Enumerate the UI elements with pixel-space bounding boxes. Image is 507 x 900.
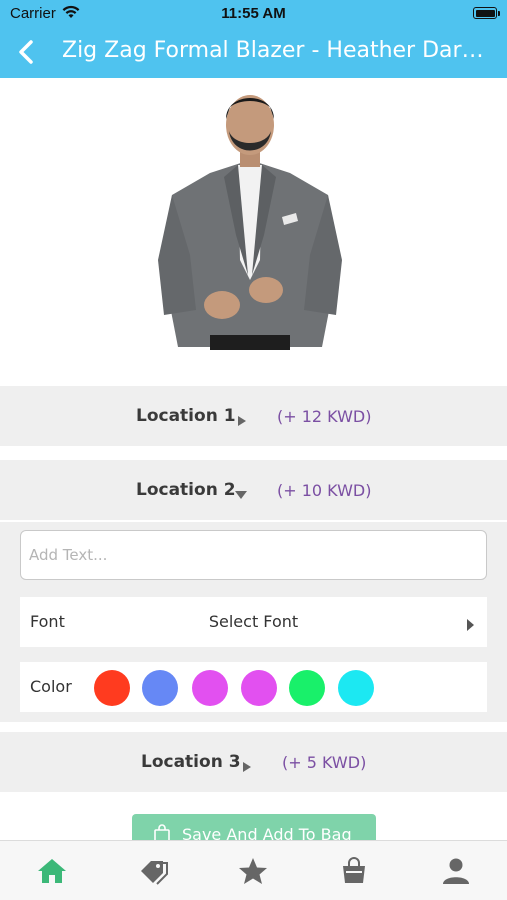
navigation-bar: Zig Zag Formal Blazer - Heather Dark Gre… (0, 28, 507, 78)
user-icon[interactable] (440, 857, 472, 885)
star-icon[interactable] (237, 857, 269, 885)
font-value: Select Font (208, 612, 299, 631)
tab-bar (0, 840, 507, 900)
caret-right-icon (237, 411, 247, 426)
color-swatch[interactable] (192, 670, 228, 706)
location-1-price: (+ 12 KWD) (277, 407, 372, 426)
location-3-price: (+ 5 KWD) (282, 753, 367, 772)
color-label: Color (30, 677, 72, 696)
caret-right-icon (466, 616, 475, 631)
home-icon[interactable] (36, 857, 68, 885)
color-swatch[interactable] (289, 670, 325, 706)
location-1-row[interactable]: Location 1 (+ 12 KWD) (0, 386, 507, 446)
color-swatch[interactable] (142, 670, 178, 706)
font-selector[interactable]: Font Select Font (20, 597, 487, 647)
product-image (150, 85, 350, 350)
location-2-row[interactable]: Location 2 (+ 10 KWD) (0, 460, 507, 520)
location-2-label: Location 2 (136, 480, 236, 500)
status-bar: Carrier 11:55 AM (0, 0, 507, 28)
color-selector: Color (20, 662, 487, 712)
location-3-row[interactable]: Location 3 (+ 5 KWD) (0, 732, 507, 792)
location-3-label: Location 3 (141, 752, 241, 772)
add-text-input[interactable] (20, 530, 487, 580)
location-2-price: (+ 10 KWD) (277, 481, 372, 500)
color-swatch[interactable] (94, 670, 130, 706)
tag-icon[interactable] (137, 857, 169, 885)
color-swatch[interactable] (338, 670, 374, 706)
caret-down-icon (235, 485, 247, 499)
shopping-bag-icon[interactable] (338, 857, 370, 885)
color-swatch[interactable] (241, 670, 277, 706)
battery-icon (473, 7, 500, 19)
location-1-label: Location 1 (136, 406, 236, 426)
page-title: Zig Zag Formal Blazer - Heather Dark Gre… (62, 38, 493, 63)
chevron-left-icon[interactable] (12, 36, 44, 68)
clock: 11:55 AM (221, 5, 286, 22)
caret-right-icon (242, 757, 252, 772)
